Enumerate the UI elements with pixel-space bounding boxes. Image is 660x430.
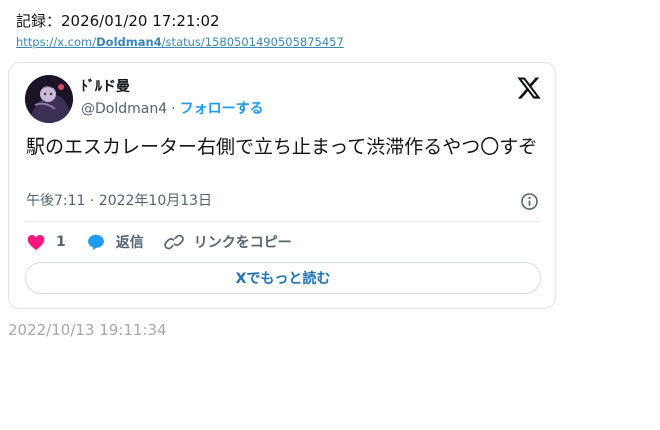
action-bar: 1 返信 リンクをコピー (26, 231, 312, 253)
reply-button[interactable]: 返信 (86, 232, 144, 252)
heart-icon (27, 235, 45, 250)
follow-link[interactable]: フォローする (180, 101, 264, 117)
tweet-timestamp[interactable]: 午後7:11 · 2022年10月13日 (26, 191, 212, 211)
read-more-button[interactable]: Xでもっと読む (25, 262, 541, 294)
footer-date: 2022/10/13 19:11:34 (8, 321, 167, 339)
tweet-text: 駅のエスカレーター右側で立ち止まって渋滞作るやつ〇すぞ (26, 136, 538, 158)
handle-row: @Doldman4 · フォローする (81, 99, 264, 119)
avatar[interactable] (25, 75, 73, 123)
source-url-suffix: /status/1580501490505875457 (161, 35, 344, 49)
source-url-link[interactable]: https://x.com/Doldman4/status/1580501490… (16, 35, 344, 49)
display-name[interactable]: ﾄﾞﾙド曼 (81, 77, 130, 97)
copy-link-button[interactable]: リンクをコピー (163, 232, 292, 252)
source-url-prefix: https://x.com/ (16, 35, 97, 49)
avatar-image (25, 75, 73, 123)
source-url-user: Doldman4 (96, 35, 162, 49)
link-icon (163, 234, 184, 250)
divider (26, 221, 540, 222)
reply-bubble-icon (87, 234, 104, 250)
page: 記録：2026/01/20 17:21:02 https://x.com/Dol… (0, 0, 660, 430)
separator-dot: · (171, 101, 176, 117)
like-button[interactable]: 1 (26, 232, 66, 252)
copy-link-label: リンクをコピー (193, 235, 292, 251)
handle[interactable]: @Doldman4 (81, 101, 167, 117)
tweet-card[interactable]: ﾄﾞﾙド曼 @Doldman4 · フォローする 駅のエスカレーター右側で立ち止まっ… (8, 62, 556, 309)
info-icon[interactable] (520, 192, 539, 211)
like-count: 1 (56, 234, 66, 250)
record-timestamp: 記録：2026/01/20 17:21:02 (16, 12, 220, 30)
x-logo-icon[interactable] (516, 75, 542, 101)
reply-label: 返信 (115, 235, 144, 251)
